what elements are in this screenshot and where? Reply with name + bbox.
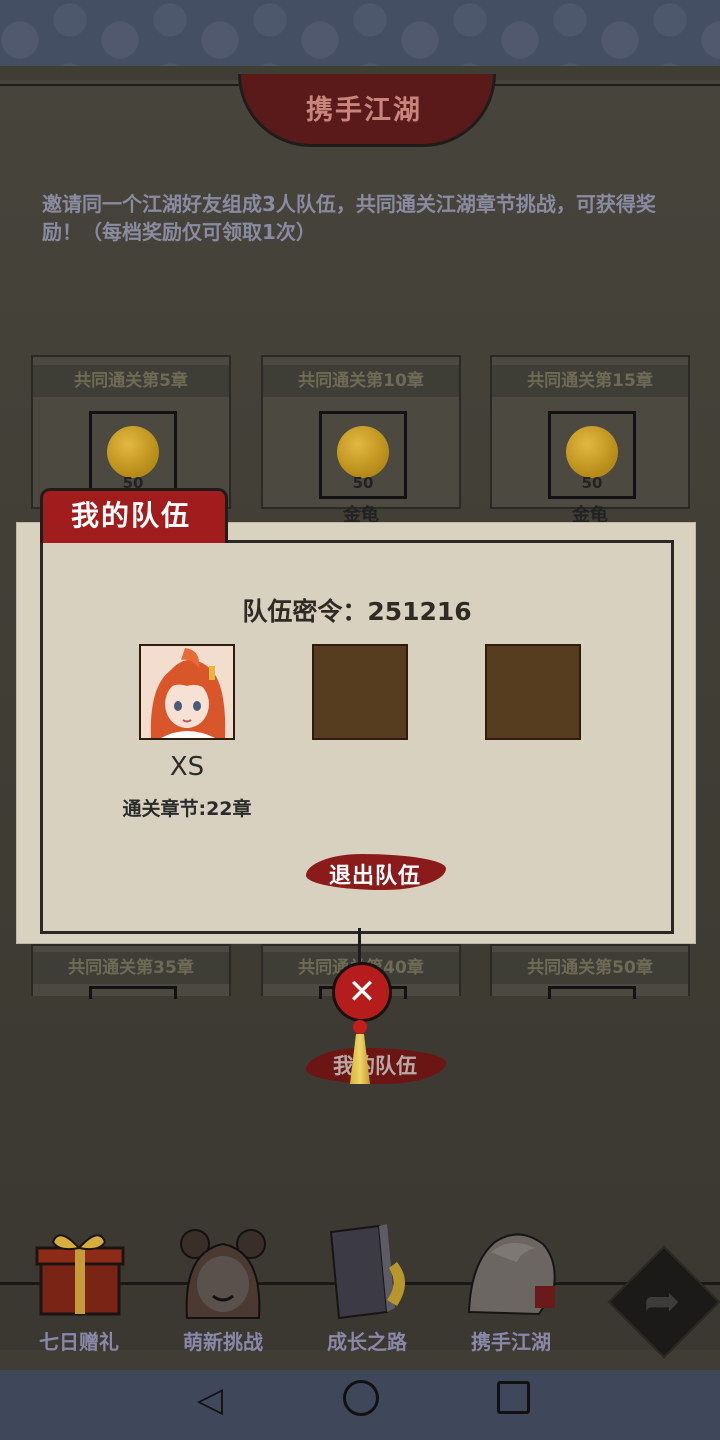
nav-label: 七日赠礼 xyxy=(39,1330,119,1354)
share-arrow-icon: ➦ xyxy=(643,1276,681,1327)
reward-card-chapter-15[interactable]: 共同通关第15章 50 金龟 xyxy=(490,355,690,526)
reward-card-label: 共同通关第50章 xyxy=(492,952,688,984)
top-decorative-strip xyxy=(0,0,720,66)
nav-newbie-challenge[interactable]: 萌新挑战 xyxy=(158,1222,288,1354)
member-progress: 通关章节:22章 xyxy=(122,798,252,820)
reward-card-label: 共同通关第5章 xyxy=(33,365,229,397)
member-avatar[interactable] xyxy=(139,644,235,740)
nav-label: 成长之路 xyxy=(327,1330,407,1354)
reward-item-frame xyxy=(89,986,177,999)
nav-seven-day-gift[interactable]: 七日赠礼 xyxy=(14,1222,144,1354)
reward-item-frame: 50 xyxy=(89,411,177,499)
my-team-button[interactable]: 我的队伍 xyxy=(300,1050,450,1080)
gift-box-icon xyxy=(35,1234,125,1316)
reward-card-label: 共同通关第10章 xyxy=(263,365,459,397)
reward-item-frame: 50 xyxy=(548,411,636,499)
reward-item-frame xyxy=(548,986,636,999)
golden-gourd-icon xyxy=(566,426,618,478)
nav-hand-in-hand[interactable]: 携手江湖 xyxy=(446,1222,576,1354)
event-description: 邀请同一个江湖好友组成3人队伍，共同通关江湖章节挑战，可获得奖励！（每档奖励仅可… xyxy=(42,192,656,244)
handshake-icon xyxy=(467,1233,556,1316)
golden-gourd-icon xyxy=(107,426,159,478)
home-icon[interactable] xyxy=(343,1380,379,1416)
reward-card-label: 共同通关第35章 xyxy=(33,952,229,984)
close-button[interactable]: ✕ xyxy=(332,962,392,1022)
book-icon xyxy=(329,1224,405,1320)
recent-apps-icon[interactable] xyxy=(497,1381,530,1414)
reward-count: 50 xyxy=(352,474,374,492)
character-portrait-icon xyxy=(141,646,233,738)
reward-card-label: 共同通关第15章 xyxy=(492,365,688,397)
team-popup-title: 我的队伍 xyxy=(70,499,191,532)
reward-card-chapter-10[interactable]: 共同通关第10章 50 金龟 xyxy=(261,355,461,526)
page-title: 携手江湖 xyxy=(306,95,422,126)
girl-avatar-icon xyxy=(180,1229,266,1319)
nav-label: 携手江湖 xyxy=(471,1330,551,1354)
nav-label: 萌新挑战 xyxy=(183,1330,263,1354)
reward-item-frame: 50 xyxy=(319,411,407,499)
member-name: XS xyxy=(169,752,205,782)
reward-card-chapter-50[interactable]: 共同通关第50章 xyxy=(490,944,690,999)
bead-ornament xyxy=(353,1020,367,1034)
leave-team-button[interactable]: 退出队伍 xyxy=(300,858,450,890)
golden-gourd-icon xyxy=(337,426,389,478)
empty-member-slot[interactable] xyxy=(312,644,408,740)
back-icon[interactable]: ◁ xyxy=(190,1380,230,1420)
reward-count: 50 xyxy=(581,474,603,492)
reward-card-chapter-35[interactable]: 共同通关第35章 xyxy=(31,944,231,999)
team-code: 队伍密令：251216 xyxy=(242,597,472,626)
empty-member-slot[interactable] xyxy=(485,644,581,740)
reward-card-chapter-5[interactable]: 共同通关第5章 50 xyxy=(31,355,231,509)
nav-growth-path[interactable]: 成长之路 xyxy=(302,1222,432,1354)
